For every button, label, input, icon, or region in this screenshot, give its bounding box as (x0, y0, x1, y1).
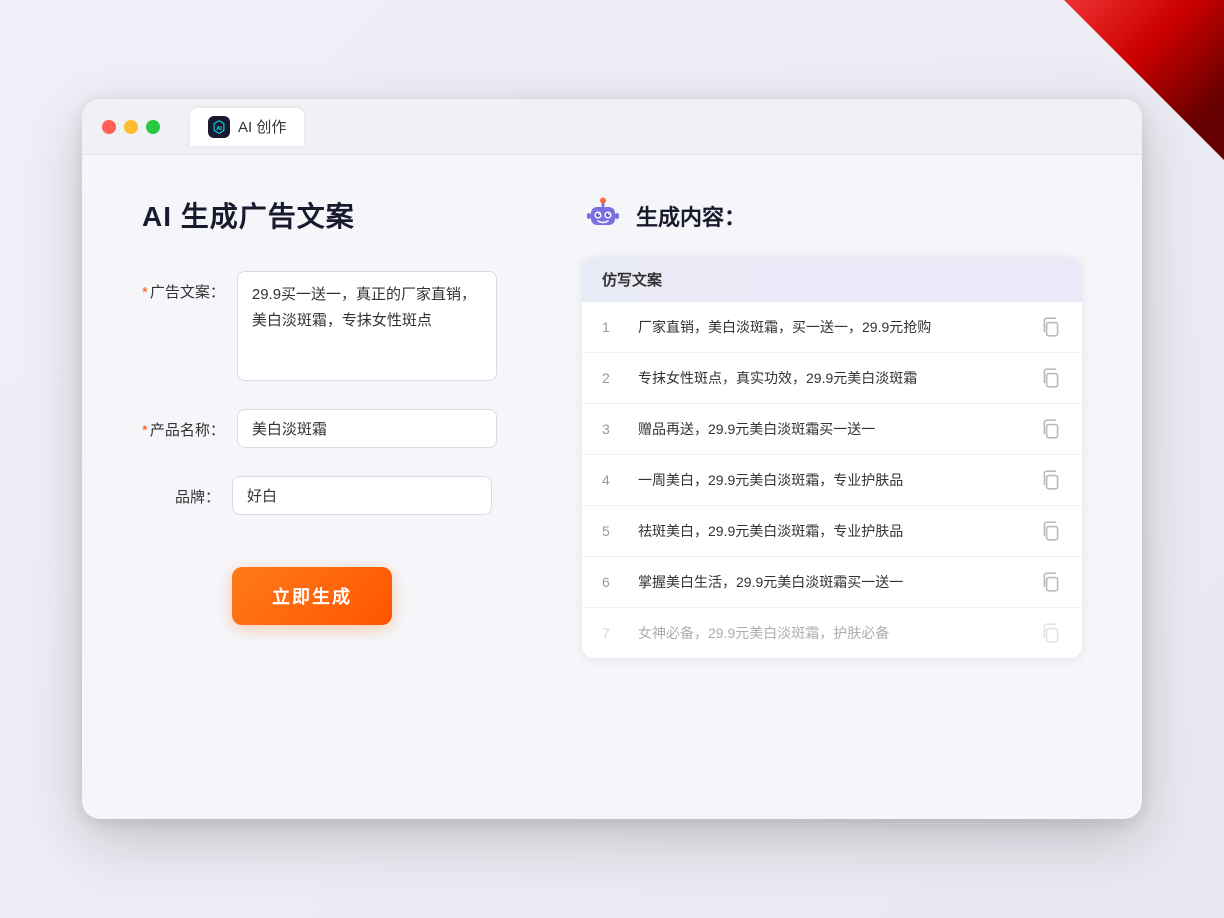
traffic-lights (102, 120, 160, 134)
generate-button[interactable]: 立即生成 (232, 567, 392, 625)
table-header: 仿写文案 (582, 257, 1082, 302)
ad-copy-input[interactable] (237, 271, 497, 381)
row-text: 女神必备，29.9元美白淡斑霜，护肤必备 (638, 623, 1024, 644)
copy-icon[interactable] (1040, 520, 1062, 542)
page-title: AI 生成广告文案 (142, 195, 522, 235)
row-number: 2 (602, 370, 622, 386)
table-row: 6 掌握美白生活，29.9元美白淡斑霜买一送一 (582, 557, 1082, 608)
required-star-2: * (142, 422, 148, 439)
browser-window: AI AI 创作 AI 生成广告文案 *广告文案： *产品名称： (82, 99, 1142, 819)
row-number: 7 (602, 625, 622, 641)
left-panel: AI 生成广告文案 *广告文案： *产品名称： 品牌： 立 (142, 195, 522, 775)
tab-label: AI 创作 (238, 116, 286, 137)
robot-icon (582, 195, 624, 237)
active-tab[interactable]: AI AI 创作 (190, 108, 304, 146)
column-header-label: 仿写文案 (602, 272, 662, 289)
required-star: * (142, 284, 148, 301)
brand-input[interactable] (232, 476, 492, 515)
right-panel: 生成内容： 仿写文案 1 厂家直销，美白淡斑霜，买一送一，29.9元抢购 2 专… (582, 195, 1082, 775)
copy-icon[interactable] (1040, 418, 1062, 440)
close-button[interactable] (102, 120, 116, 134)
main-content: AI 生成广告文案 *广告文案： *产品名称： 品牌： 立 (82, 155, 1142, 815)
row-number: 3 (602, 421, 622, 437)
table-row: 7 女神必备，29.9元美白淡斑霜，护肤必备 (582, 608, 1082, 658)
copy-icon[interactable] (1040, 571, 1062, 593)
row-text: 赠品再送，29.9元美白淡斑霜买一送一 (638, 419, 1024, 440)
ad-copy-group: *广告文案： (142, 271, 522, 381)
copy-icon[interactable] (1040, 367, 1062, 389)
copy-icon[interactable] (1040, 469, 1062, 491)
row-text: 祛斑美白，29.9元美白淡斑霜，专业护肤品 (638, 521, 1024, 542)
row-number: 5 (602, 523, 622, 539)
row-number: 1 (602, 319, 622, 335)
result-header: 生成内容： (582, 195, 1082, 237)
product-input[interactable] (237, 409, 497, 448)
ai-tab-icon: AI (208, 116, 230, 138)
brand-group: 品牌： (142, 476, 522, 515)
result-table: 仿写文案 1 厂家直销，美白淡斑霜，买一送一，29.9元抢购 2 专抹女性斑点，… (582, 257, 1082, 658)
table-row: 3 赠品再送，29.9元美白淡斑霜买一送一 (582, 404, 1082, 455)
row-text: 厂家直销，美白淡斑霜，买一送一，29.9元抢购 (638, 317, 1024, 338)
row-text: 一周美白，29.9元美白淡斑霜，专业护肤品 (638, 470, 1024, 491)
row-number: 6 (602, 574, 622, 590)
table-row: 1 厂家直销，美白淡斑霜，买一送一，29.9元抢购 (582, 302, 1082, 353)
product-label: *产品名称： (142, 409, 237, 440)
row-text: 专抹女性斑点，真实功效，29.9元美白淡斑霜 (638, 368, 1024, 389)
maximize-button[interactable] (146, 120, 160, 134)
result-title: 生成内容： (636, 200, 746, 232)
row-text: 掌握美白生活，29.9元美白淡斑霜买一送一 (638, 572, 1024, 593)
titlebar: AI AI 创作 (82, 99, 1142, 155)
copy-icon[interactable] (1040, 316, 1062, 338)
product-name-group: *产品名称： (142, 409, 522, 448)
copy-icon[interactable] (1040, 622, 1062, 644)
svg-text:AI: AI (216, 125, 222, 131)
ad-copy-label: *广告文案： (142, 271, 237, 302)
minimize-button[interactable] (124, 120, 138, 134)
brand-label: 品牌： (142, 476, 232, 507)
result-scroll[interactable]: 1 厂家直销，美白淡斑霜，买一送一，29.9元抢购 2 专抹女性斑点，真实功效，… (582, 302, 1082, 658)
table-row: 2 专抹女性斑点，真实功效，29.9元美白淡斑霜 (582, 353, 1082, 404)
row-number: 4 (602, 472, 622, 488)
table-row: 5 祛斑美白，29.9元美白淡斑霜，专业护肤品 (582, 506, 1082, 557)
table-row: 4 一周美白，29.9元美白淡斑霜，专业护肤品 (582, 455, 1082, 506)
